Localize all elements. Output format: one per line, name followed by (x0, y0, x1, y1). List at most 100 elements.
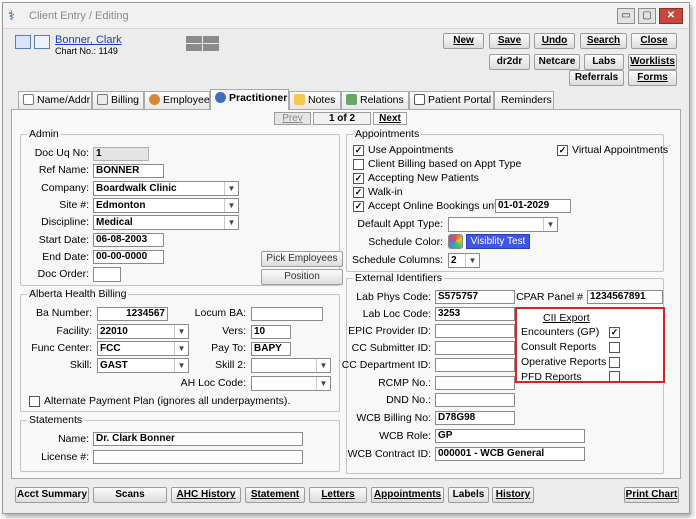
window-title: Client Entry / Editing (29, 10, 129, 22)
statement-name-field[interactable]: Dr. Clark Bonner (93, 432, 303, 446)
ref-name-field[interactable]: BONNER (93, 164, 164, 178)
statement-button[interactable]: Statement (245, 487, 305, 503)
epic-provider-field[interactable] (435, 324, 515, 338)
cii-consult-checkbox[interactable] (609, 342, 620, 353)
locum-ba-field[interactable] (251, 307, 323, 321)
tab-label: Reminders (501, 94, 552, 106)
tab-relations[interactable]: Relations (341, 91, 409, 109)
schedule-columns-select[interactable]: 2 ▼ (448, 253, 480, 268)
client-billing-checkbox[interactable] (353, 159, 364, 170)
close-button[interactable]: Close (631, 33, 677, 49)
search-button[interactable]: Search (580, 33, 627, 49)
func-center-select[interactable]: FCC ▼ (97, 341, 189, 356)
vers-field[interactable]: 10 (251, 325, 291, 339)
dnd-no-field[interactable] (435, 393, 515, 407)
start-date-field[interactable]: 06-08-2003 (93, 233, 164, 247)
lab-phys-code-field[interactable]: S575757 (435, 290, 515, 304)
color-picker-icon[interactable] (448, 234, 463, 249)
pay-to-field[interactable]: BAPY (251, 342, 291, 356)
worklists-button[interactable]: Worklists (628, 54, 677, 70)
ah-loc-code-select[interactable]: ▼ (251, 376, 331, 391)
next-button[interactable]: Next (373, 112, 407, 125)
forms-button[interactable]: Forms (628, 70, 677, 86)
accept-online-checkbox[interactable]: ✓ (353, 201, 364, 212)
labs-button[interactable]: Labs (584, 54, 624, 70)
company-select[interactable]: Boardwalk Clinic ▼ (93, 181, 239, 196)
tab-patient-portal[interactable]: Patient Portal (409, 91, 494, 109)
func-center-label: Func Center: (31, 342, 92, 354)
app-icon: ⚕ (8, 8, 16, 23)
discipline-select[interactable]: Medical ▼ (93, 215, 239, 230)
patient-name-link[interactable]: Bonner, Clark (55, 34, 122, 46)
minimize-button[interactable]: ▭ (617, 8, 635, 24)
tab-reminders[interactable]: Reminders (494, 91, 554, 109)
rcmp-no-field[interactable] (435, 376, 515, 390)
discipline-value: Medical (96, 217, 133, 228)
letters-button[interactable]: Letters (309, 487, 367, 503)
wcb-role-field[interactable]: GP (435, 429, 585, 443)
tab-practitioner[interactable]: Practitioner (210, 89, 289, 110)
license-field[interactable] (93, 450, 303, 464)
tab-label: Name/Addr (37, 94, 91, 106)
lab-loc-code-field[interactable]: 3253 (435, 307, 515, 321)
netcare-button[interactable]: Netcare (534, 54, 580, 70)
close-window-button[interactable]: ✕ (659, 8, 683, 24)
undo-button[interactable]: Undo (534, 33, 575, 49)
ba-number-field[interactable]: 1234567 (97, 307, 168, 321)
ahc-history-button[interactable]: AHC History (171, 487, 241, 503)
tab-employee[interactable]: Employee (144, 91, 210, 109)
alt-payment-checkbox[interactable] (29, 396, 40, 407)
acct-summary-button[interactable]: Acct Summary (15, 487, 89, 503)
referrals-button[interactable]: Referrals (569, 70, 624, 86)
chevron-down-icon: ▼ (224, 199, 238, 212)
site-select[interactable]: Edmonton ▼ (93, 198, 239, 213)
prev-button[interactable]: Prev (274, 112, 311, 125)
patient-search-icon[interactable] (34, 35, 50, 49)
doc-order-field[interactable] (93, 267, 121, 282)
tab-billing[interactable]: Billing (92, 91, 144, 109)
layout-grid-icon[interactable] (186, 36, 220, 51)
save-button[interactable]: Save (489, 33, 530, 49)
alt-payment-label: Alternate Payment Plan (ignores all unde… (44, 395, 291, 407)
cii-export-title: CII Export (543, 312, 590, 324)
accepting-new-checkbox[interactable]: ✓ (353, 173, 364, 184)
cc-submitter-field[interactable] (435, 341, 515, 355)
admin-group: Admin Doc Uq No: 1 Ref Name: BONNER Comp… (20, 128, 343, 286)
admin-title: Admin (27, 128, 61, 140)
online-bookings-date-field[interactable]: 01-01-2029 (495, 199, 571, 213)
facility-select[interactable]: 22010 ▼ (97, 324, 189, 339)
pick-employees-button[interactable]: Pick Employees (261, 251, 343, 267)
labels-button[interactable]: Labels (448, 487, 489, 503)
chart-number: Chart No.: 1149 (55, 46, 118, 56)
cii-pfd-checkbox[interactable] (609, 371, 620, 382)
skill2-label: Skill 2: (215, 359, 246, 371)
wcb-billing-field[interactable]: D78G98 (435, 411, 515, 425)
cii-encounters-checkbox[interactable]: ✓ (609, 327, 620, 338)
position-button[interactable]: Position (261, 269, 343, 285)
print-chart-button[interactable]: Print Chart (624, 487, 679, 503)
end-date-field[interactable]: 00-00-0000 (93, 250, 164, 264)
schedule-color-label: Schedule Color: (368, 236, 443, 248)
skill-select[interactable]: GAST ▼ (97, 358, 189, 373)
walk-in-checkbox[interactable]: ✓ (353, 187, 364, 198)
scans-button[interactable]: Scans (93, 487, 167, 503)
new-button[interactable]: New (443, 33, 484, 49)
ahb-title: Alberta Health Billing (27, 288, 129, 300)
history-button[interactable]: History (492, 487, 534, 503)
appointments-button[interactable]: Appointments (371, 487, 444, 503)
maximize-button[interactable]: ▢ (638, 8, 656, 24)
skill2-select[interactable]: ▼ (251, 358, 331, 373)
tab-notes[interactable]: Notes (289, 91, 341, 109)
tab-name-addr[interactable]: Name/Addr (18, 91, 92, 109)
patient-card-icon[interactable] (15, 35, 31, 49)
cc-department-field[interactable] (435, 358, 515, 372)
tab-label: Practitioner (229, 92, 288, 104)
cii-operative-checkbox[interactable] (609, 357, 620, 368)
cpar-panel-field[interactable]: 1234567891 (587, 290, 663, 304)
cc-department-label: CC Department ID: (341, 359, 431, 371)
wcb-contract-field[interactable]: 000001 - WCB General (435, 447, 585, 461)
virtual-appointments-checkbox[interactable]: ✓ (557, 145, 568, 156)
default-appt-type-select[interactable]: ▼ (448, 217, 558, 232)
use-appointments-checkbox[interactable]: ✓ (353, 145, 364, 156)
dr2dr-button[interactable]: dr2dr (489, 54, 530, 70)
